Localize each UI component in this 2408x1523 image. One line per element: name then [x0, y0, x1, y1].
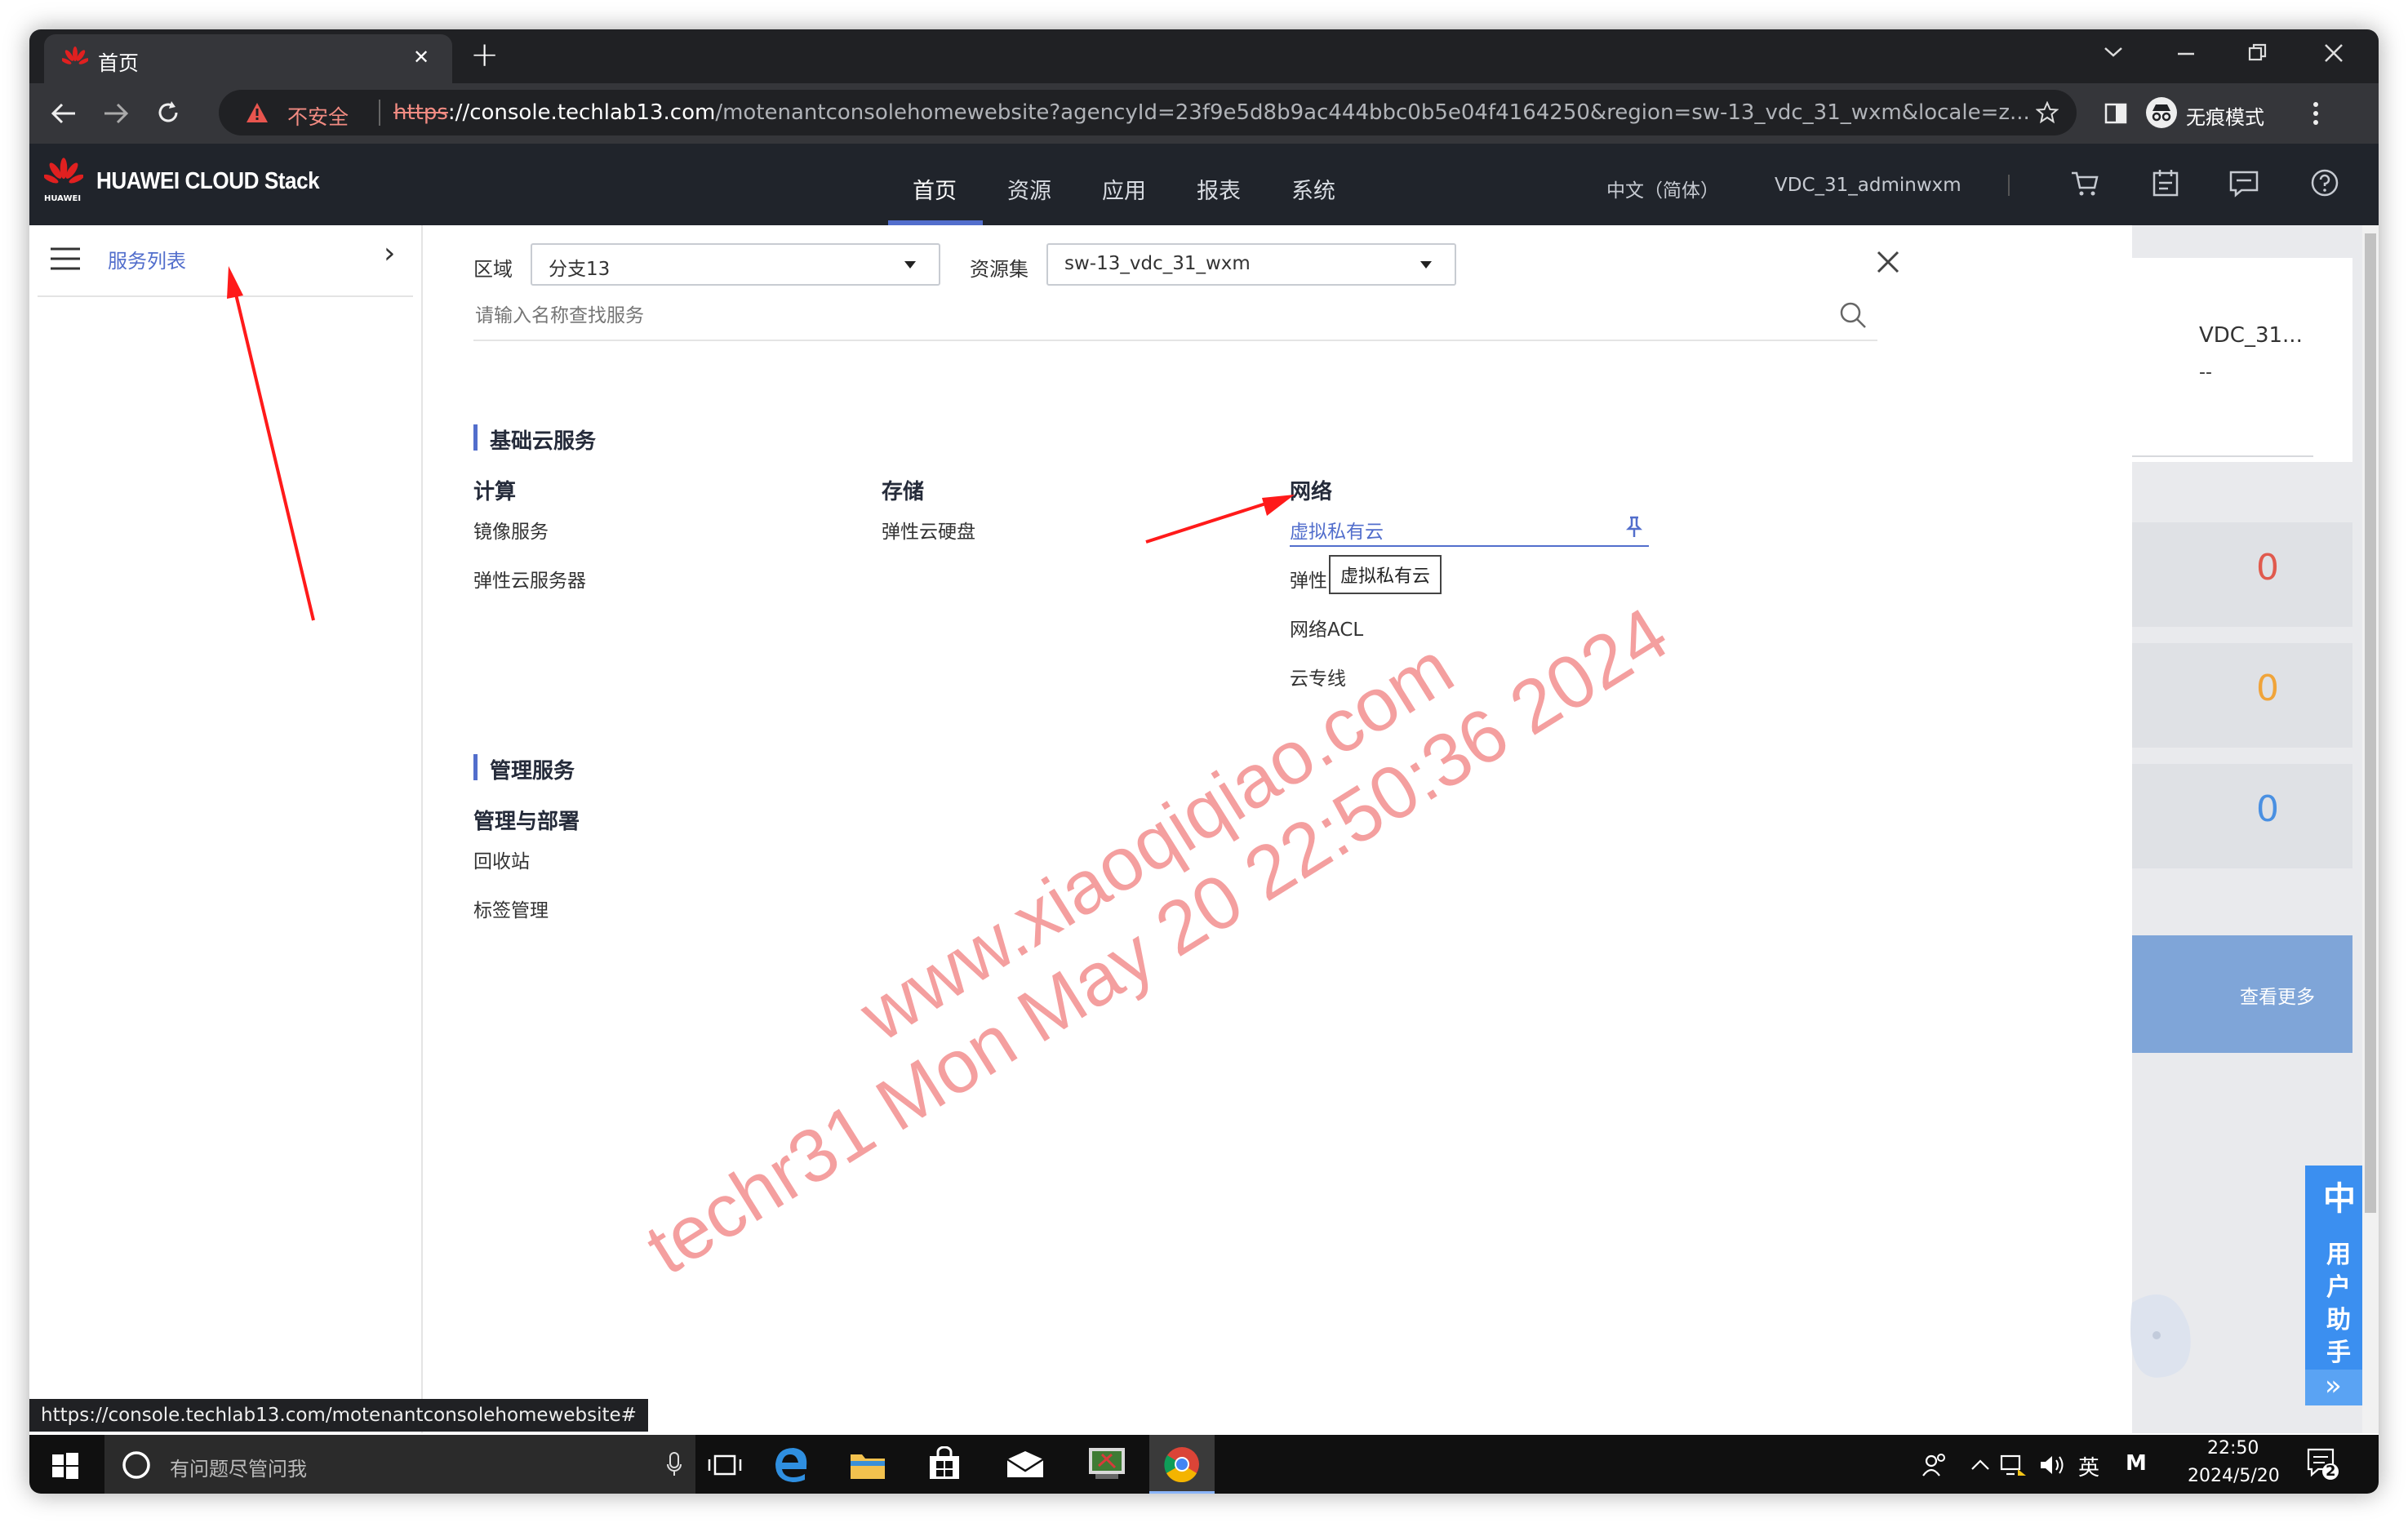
microphone-icon[interactable] — [666, 1451, 682, 1481]
network-icon[interactable] — [2000, 1453, 2028, 1481]
edge-icon[interactable] — [772, 1446, 810, 1485]
clock-time[interactable]: 22:50 — [2207, 1438, 2259, 1459]
snipping-tool-icon[interactable] — [1087, 1445, 1126, 1485]
store-icon[interactable] — [927, 1445, 962, 1484]
ime-mode[interactable]: M — [2126, 1451, 2147, 1476]
file-explorer-icon[interactable] — [849, 1450, 886, 1484]
tray-expand-icon[interactable] — [1970, 1458, 1990, 1474]
notification-count: 2 — [2326, 1463, 2336, 1480]
task-view-icon[interactable] — [707, 1453, 743, 1481]
mail-icon[interactable] — [1006, 1450, 1045, 1482]
taskbar-search[interactable]: 有问题尽管问我 — [104, 1435, 695, 1494]
chrome-taskbar-button[interactable] — [1149, 1435, 1215, 1494]
volume-icon[interactable] — [2039, 1453, 2067, 1481]
cortana-icon — [121, 1450, 152, 1484]
clock-date[interactable]: 2024/5/20 — [2188, 1466, 2280, 1486]
taskbar-search-placeholder: 有问题尽管问我 — [170, 1458, 307, 1481]
windows-start-icon[interactable] — [52, 1453, 78, 1482]
people-icon[interactable] — [1922, 1453, 1948, 1481]
chrome-icon — [1164, 1446, 1200, 1485]
browser-window: 首页 ✕ + 不安全 https://console.techlab13.com… — [29, 29, 2379, 1494]
ime-language[interactable]: 英 — [2078, 1451, 2099, 1481]
windows-taskbar: 有问题尽管问我 英 M 22:50 2024/5/20 2 — [29, 1435, 2379, 1494]
